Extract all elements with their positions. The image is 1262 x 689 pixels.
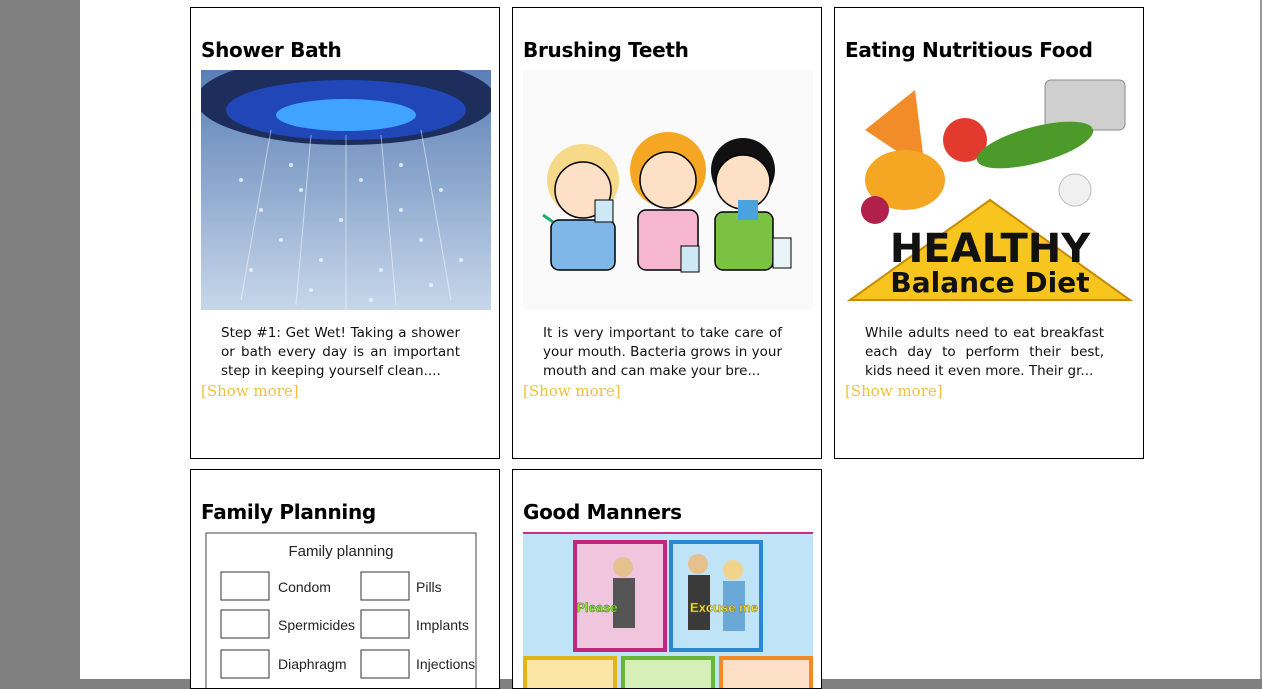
card-description: While adults need to eat breakfast each … <box>865 325 1104 379</box>
fp-item: Implants <box>416 617 469 633</box>
fp-item: Diaphragm <box>278 656 346 672</box>
card-title: Family Planning <box>201 500 376 524</box>
card-good-manners: Good Manners Please Excuse me <box>512 469 822 689</box>
fp-item: Pills <box>416 579 442 595</box>
good-manners-image: Please Excuse me <box>523 532 813 688</box>
card-shower-bath: Shower Bath Step #1: Get Wet! Taking a s… <box>190 7 500 459</box>
card-brushing-teeth: Brushing Teeth It is very important to t… <box>512 7 822 459</box>
healthy-diet-image: HEALTHY Balance Diet KOZZI <box>845 70 1135 310</box>
diet-logo-subtext: Balance Diet <box>890 266 1089 299</box>
family-planning-image: Family planning Condom Pills Spermicides… <box>201 532 491 688</box>
card-title: Eating Nutritious Food <box>845 38 1093 62</box>
manners-please-label: Please <box>576 600 617 615</box>
show-more-link[interactable]: [Show more] <box>845 382 943 400</box>
card-title: Good Manners <box>523 500 682 524</box>
fp-diagram-title: Family planning <box>288 543 393 560</box>
fp-item: Condom <box>278 579 331 595</box>
card-description: Step #1: Get Wet! Taking a shower or bat… <box>221 325 460 379</box>
fp-item: Injections <box>416 656 475 672</box>
manners-excuse-label: Excuse me <box>690 600 758 615</box>
card-description: It is very important to take care of you… <box>543 325 782 379</box>
card-eating-nutritious-food: Eating Nutritious Food HEALTHY Balance D… <box>834 7 1144 459</box>
show-more-link[interactable]: [Show more] <box>201 382 299 400</box>
card-title: Brushing Teeth <box>523 38 689 62</box>
card-title: Shower Bath <box>201 38 342 62</box>
show-more-link[interactable]: [Show more] <box>523 382 621 400</box>
fp-item: Spermicides <box>278 617 355 633</box>
card-family-planning: Family Planning Family planning Condom P… <box>190 469 500 689</box>
brushing-teeth-image <box>523 70 813 310</box>
shower-image <box>201 70 491 310</box>
watermark: KOZZI <box>975 187 1006 198</box>
